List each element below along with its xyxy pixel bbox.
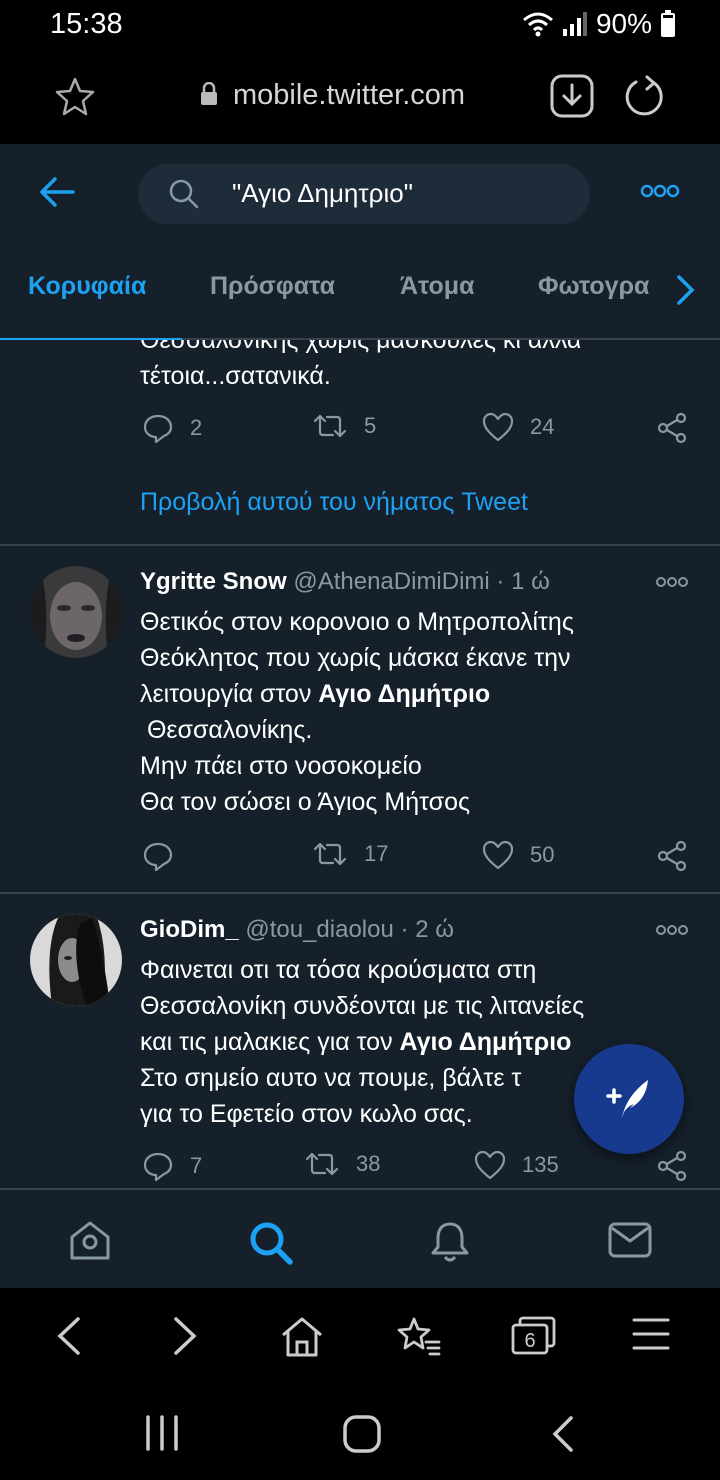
notifications-bell-icon[interactable]	[428, 1220, 472, 1264]
search-highlight: Αγιο Δημήτριο	[399, 1028, 572, 1056]
share-button[interactable]	[656, 840, 688, 872]
browser-forward-icon[interactable]	[172, 1316, 200, 1356]
retweet-icon	[312, 412, 348, 440]
search-icon	[168, 178, 200, 210]
tab-photos[interactable]: Φωτογρα	[538, 272, 649, 300]
browser-back-icon[interactable]	[54, 1316, 82, 1356]
home-icon[interactable]	[68, 1220, 112, 1262]
user-name[interactable]: Ygritte Snow	[140, 568, 287, 595]
avatar[interactable]	[30, 566, 122, 658]
bookmark-star-icon[interactable]	[55, 76, 95, 116]
reload-icon[interactable]	[622, 74, 666, 118]
tweet-time[interactable]: 2 ώ	[415, 916, 454, 943]
retweet-icon	[304, 1150, 340, 1178]
like-button[interactable]: 24	[482, 412, 554, 442]
search-input[interactable]: "Αγιο Δημητριο"	[138, 164, 590, 224]
clock: 15:38	[50, 8, 123, 40]
retweet-button[interactable]: 5	[312, 412, 376, 440]
browser-toolbar: 6	[0, 1288, 720, 1386]
heart-icon	[482, 412, 514, 442]
retweet-button[interactable]: 17	[312, 840, 388, 868]
tweet-header: Ygritte Snow @AthenaDimiDimi · 1 ώ	[140, 568, 550, 595]
reply-icon	[142, 412, 174, 444]
recent-apps-icon[interactable]	[144, 1414, 180, 1452]
retweet-icon	[312, 840, 348, 868]
tabs-icon[interactable]: 6	[510, 1316, 556, 1356]
messages-mail-icon[interactable]	[608, 1220, 652, 1260]
twitter-bottom-nav	[0, 1188, 720, 1288]
user-handle[interactable]: @AthenaDimiDimi	[293, 568, 489, 595]
share-icon	[656, 412, 688, 444]
twitter-search-header: "Αγιο Δημητριο" Κορυφαία Πρόσφατα Άτομα …	[0, 144, 720, 342]
battery-percent: 90%	[595, 8, 652, 39]
tweet-text: Θεσσαλονίκης χωρίς μάσκουλες κι άλλα τέτ…	[140, 340, 582, 390]
tweet-actions: 7 38 135	[140, 1150, 700, 1188]
lock-icon	[199, 82, 219, 106]
share-button[interactable]	[656, 1150, 688, 1182]
status-bar: 15:38 90%	[0, 0, 720, 52]
user-name[interactable]: GioDim_	[140, 916, 239, 943]
search-highlight: Αγιο Δημήτριο	[318, 680, 491, 708]
show-thread-link[interactable]: Προβολή αυτού του νήματος Tweet	[140, 488, 528, 517]
avatar[interactable]	[30, 914, 122, 1006]
browser-home-icon[interactable]	[280, 1316, 324, 1358]
search-nav-icon[interactable]	[248, 1220, 294, 1266]
reply-icon	[142, 840, 174, 872]
reply-button[interactable]: 7	[142, 1150, 202, 1182]
heart-icon	[474, 1150, 506, 1180]
reply-icon	[142, 1150, 174, 1182]
tweet-more-icon[interactable]	[656, 924, 688, 936]
tweet-actions: 17 50	[140, 840, 700, 880]
heart-icon	[482, 840, 514, 870]
bookmarks-icon[interactable]	[396, 1316, 442, 1358]
android-nav-bar	[0, 1386, 720, 1480]
retweet-button[interactable]: 38	[304, 1150, 380, 1178]
reply-button[interactable]: 2	[142, 412, 202, 444]
tab-latest[interactable]: Πρόσφατα	[210, 272, 335, 301]
compose-tweet-button[interactable]	[574, 1044, 684, 1154]
tweet-text: Θετικός στον κορονοιο ο Μητροπολίτης Θεό…	[140, 608, 574, 816]
share-icon	[656, 1150, 688, 1182]
tab-people[interactable]: Άτομα	[400, 272, 474, 301]
tweet-actions: 2 5 24	[140, 412, 700, 452]
android-home-icon[interactable]	[342, 1414, 382, 1454]
battery-icon	[660, 10, 676, 38]
divider	[0, 892, 720, 894]
divider	[0, 544, 720, 546]
browser-url-bar: mobile.twitter.com	[0, 52, 720, 144]
tweet-header: GioDim_ @tou_diaolou · 2 ώ	[140, 916, 454, 943]
menu-icon[interactable]	[632, 1316, 670, 1352]
android-back-icon[interactable]	[550, 1414, 576, 1454]
share-icon	[656, 840, 688, 872]
search-tabs: Κορυφαία Πρόσφατα Άτομα Φωτογρα	[0, 264, 720, 342]
tab-top[interactable]: Κορυφαία	[28, 272, 146, 301]
wifi-icon	[522, 10, 554, 38]
user-handle[interactable]: @tou_diaolou	[245, 916, 393, 943]
reply-button[interactable]	[142, 840, 190, 872]
back-arrow-icon[interactable]	[38, 176, 76, 208]
chevron-right-icon[interactable]	[674, 274, 696, 306]
tweet-time[interactable]: 1 ώ	[511, 568, 550, 595]
tab-count: 6	[524, 1330, 535, 1352]
signal-icon	[562, 11, 588, 37]
download-icon[interactable]	[550, 74, 594, 118]
share-button[interactable]	[656, 412, 688, 444]
compose-feather-icon	[604, 1074, 654, 1124]
url-text[interactable]: mobile.twitter.com	[233, 79, 465, 112]
tweet-more-icon[interactable]	[656, 576, 688, 588]
like-button[interactable]: 50	[482, 840, 554, 870]
search-query: "Αγιο Δημητριο"	[232, 178, 413, 208]
like-button[interactable]: 135	[474, 1150, 559, 1180]
more-options-icon[interactable]	[640, 184, 680, 198]
